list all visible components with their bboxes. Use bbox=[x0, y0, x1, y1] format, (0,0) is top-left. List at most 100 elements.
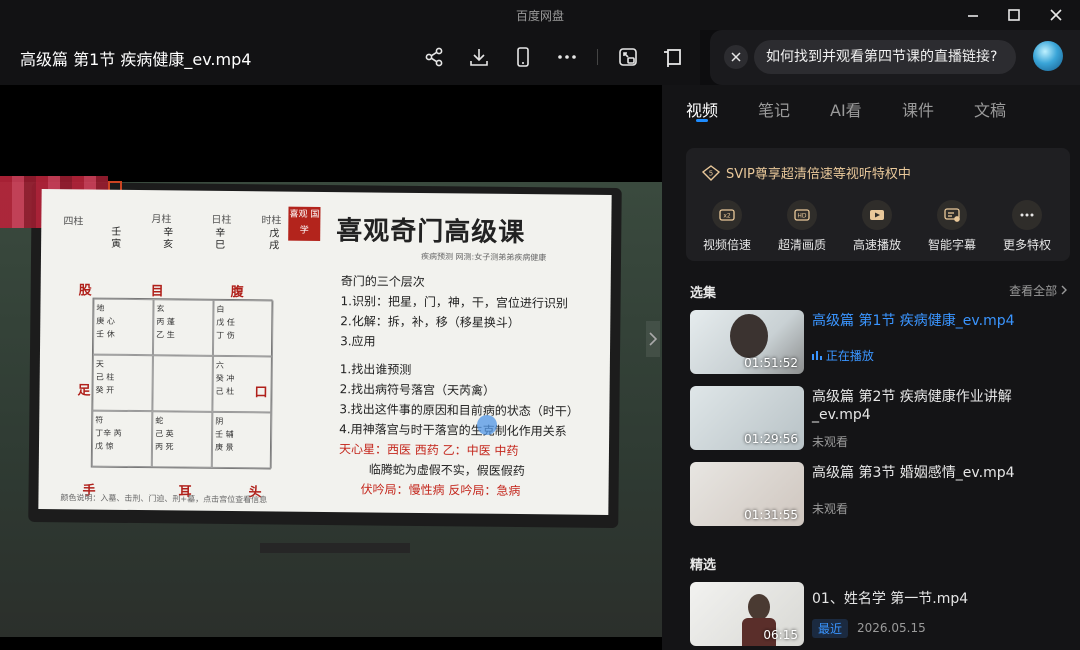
hd-icon: HD bbox=[794, 209, 810, 221]
episode-item[interactable]: 01:31:55 高级篇 第3节 婚姻感情_ev.mp4 未观看 bbox=[690, 462, 1060, 528]
ai-assistant-avatar[interactable] bbox=[1033, 41, 1063, 71]
perk-label: 超清画质 bbox=[777, 238, 826, 252]
view-all-text: 查看全部 bbox=[1009, 284, 1058, 298]
close-icon bbox=[1050, 9, 1062, 21]
video-title: 高级篇 第1节 疾病健康_ev.mp4 bbox=[20, 50, 252, 69]
pointer-dot bbox=[477, 415, 497, 435]
pip-button[interactable] bbox=[615, 44, 641, 70]
close-window-button[interactable] bbox=[1043, 4, 1069, 26]
play-fast-icon bbox=[870, 210, 884, 220]
maximize-button[interactable] bbox=[1001, 4, 1027, 26]
player-header: 高级篇 第1节 疾病健康_ev.mp4 bbox=[0, 30, 700, 85]
header-divider bbox=[597, 49, 598, 65]
perk-subtitle[interactable]: 智能字幕 bbox=[917, 200, 987, 253]
lesson-subtitle: 疾病预测 网测:女子测弟弟疾病健康 bbox=[420, 252, 547, 263]
svg-text:x2: x2 bbox=[723, 213, 731, 220]
featured-title: 01、姓名学 第一节.mp4 bbox=[812, 591, 969, 607]
lesson-line: 2.化解：拆，补，移（移星换斗） bbox=[340, 314, 520, 331]
svg-text:5: 5 bbox=[709, 169, 713, 177]
chevron-right-icon bbox=[649, 332, 657, 346]
lesson-screen: 四柱 月柱 日柱 时柱 壬 寅 辛 亥 辛 巳 戊 戌 股 目 腹 足 口 手 … bbox=[38, 189, 612, 515]
four-pillars: 四柱 月柱 日柱 时柱 壬 寅 辛 亥 辛 巳 戊 戌 bbox=[51, 209, 302, 272]
featured-thumbnail: 06:15 bbox=[690, 582, 804, 646]
branch: 戌 bbox=[269, 240, 280, 252]
video-player[interactable]: 四柱 月柱 日柱 时柱 壬 寅 辛 亥 辛 巳 戊 戌 股 目 腹 足 口 手 … bbox=[0, 85, 662, 650]
ai-close-button[interactable] bbox=[724, 45, 748, 69]
lesson-line: 天心星：西医 西药 乙：中医 中药 bbox=[338, 442, 519, 459]
minimize-button[interactable] bbox=[960, 4, 986, 26]
lesson-line: 3.找出这件事的原因和目前病的状态（时干） bbox=[339, 402, 579, 419]
episode-title: 高级篇 第1节 疾病健康_ev.mp4 bbox=[812, 313, 1015, 329]
palace-cell: 符丁辛 芮戊 惊 bbox=[91, 410, 153, 468]
chevron-right-icon bbox=[1061, 285, 1067, 295]
featured-duration: 06:15 bbox=[763, 628, 798, 642]
ai-question-chip[interactable]: 如何找到并观看第四节课的直播链接? bbox=[754, 40, 1016, 74]
tab-notes[interactable]: 笔记 bbox=[758, 97, 790, 121]
episode-title: 高级篇 第3节 婚姻感情_ev.mp4 bbox=[812, 465, 1015, 481]
download-icon bbox=[470, 49, 488, 66]
now-playing-icon bbox=[812, 351, 822, 360]
featured-date: 2026.05.15 bbox=[857, 621, 926, 635]
episode-duration: 01:29:56 bbox=[744, 432, 798, 446]
svip-title-text: SVIP尊享超清倍速等视听特权中 bbox=[726, 167, 911, 182]
close-icon bbox=[731, 52, 741, 62]
active-tab-indicator bbox=[696, 119, 708, 122]
minimize-icon bbox=[968, 15, 978, 17]
next-frame-arrow[interactable] bbox=[646, 321, 660, 357]
tab-video[interactable]: 视频 bbox=[686, 97, 718, 121]
phone-button[interactable] bbox=[510, 44, 536, 70]
tab-transcript[interactable]: 文稿 bbox=[974, 97, 1006, 121]
tv-stand bbox=[260, 543, 410, 553]
lesson-line: 伏吟局：慢性病 反吟局：急病 bbox=[360, 482, 521, 499]
episode-thumbnail: 01:51:52 bbox=[690, 310, 804, 374]
perk-hd[interactable]: HD 超清画质 bbox=[767, 200, 837, 253]
download-button[interactable] bbox=[466, 44, 492, 70]
phone-icon bbox=[517, 47, 529, 67]
palace-cell: 玄丙 蓬乙 生 bbox=[152, 299, 214, 356]
palace-cell: 天己 柱癸 开 bbox=[92, 354, 153, 412]
more-button[interactable] bbox=[554, 44, 580, 70]
lesson-notes: 奇门的三个层次 1.识别：把星，门，神，干，宫位进行识别 2.化解：拆，补，移（… bbox=[339, 272, 611, 498]
branch: 寅 bbox=[111, 238, 122, 250]
svg-text:HD: HD bbox=[797, 213, 807, 220]
perk-label: 更多特权 bbox=[1002, 238, 1051, 252]
perk-fast-play[interactable]: 高速播放 bbox=[842, 200, 912, 253]
pillar-header: 四柱 bbox=[63, 216, 84, 228]
episodes-heading: 选集 bbox=[690, 286, 717, 301]
episode-duration: 01:31:55 bbox=[744, 508, 798, 522]
share-button[interactable] bbox=[421, 44, 447, 70]
episode-item[interactable]: 01:51:52 高级篇 第1节 疾病健康_ev.mp4 正在播放 bbox=[690, 310, 1060, 376]
episode-duration: 01:51:52 bbox=[744, 356, 798, 370]
svip-card[interactable]: 5 SVIP尊享超清倍速等视听特权中 x2 视频倍速 HD 超清画质 高速播放 … bbox=[686, 148, 1070, 261]
perk-more[interactable]: 更多特权 bbox=[992, 200, 1062, 253]
featured-heading: 精选 bbox=[690, 558, 717, 573]
branch: 亥 bbox=[163, 239, 174, 251]
pip-icon bbox=[619, 48, 637, 66]
collapse-sidebar-button[interactable] bbox=[659, 44, 685, 70]
perk-label: 视频倍速 bbox=[702, 238, 751, 252]
svip-badge-icon: 5 bbox=[702, 164, 720, 181]
view-all-link[interactable]: 查看全部 bbox=[1009, 282, 1068, 299]
lesson-title: 喜观奇门高级课 bbox=[336, 216, 526, 249]
direction-label: 股 bbox=[78, 283, 92, 299]
tab-ai-watch[interactable]: AI看 bbox=[830, 97, 862, 121]
lesson-line: 3.应用 bbox=[340, 334, 376, 349]
episode-thumbnail: 01:29:56 bbox=[690, 386, 804, 450]
palace-cell: 白戊 任丁 伤 bbox=[212, 299, 274, 357]
perk-speed[interactable]: x2 视频倍速 bbox=[692, 200, 762, 253]
lesson-line: 1.识别：把星，门，神，干，宫位进行识别 bbox=[340, 294, 569, 311]
subtitle-icon bbox=[944, 208, 960, 222]
lesson-line: 奇门的三个层次 bbox=[340, 274, 425, 290]
more-icon bbox=[1020, 213, 1034, 217]
title-bar: 百度网盘 bbox=[0, 0, 1080, 30]
sidebar-toggle-icon bbox=[664, 49, 681, 67]
branch: 巳 bbox=[215, 239, 226, 251]
lesson-line: 临腾蛇为虚假不实，假医假药 bbox=[368, 462, 525, 479]
palace-cell: 六癸 冲己 杜 bbox=[212, 355, 273, 413]
tab-courseware[interactable]: 课件 bbox=[902, 97, 934, 121]
nine-palace-grid: 地庚 心壬 休 玄丙 蓬乙 生 白戊 任丁 伤 天己 柱癸 开 六癸 冲己 杜 … bbox=[90, 297, 274, 470]
episode-status: 未观看 bbox=[812, 502, 849, 516]
featured-item[interactable]: 06:15 01、姓名学 第一节.mp4 最近 2026.05.15 bbox=[690, 582, 1060, 648]
ai-question-bar: 如何找到并观看第四节课的直播链接? bbox=[710, 30, 1080, 85]
episode-item[interactable]: 01:29:56 高级篇 第2节 疾病健康作业讲解_ev.mp4 未观看 bbox=[690, 386, 1060, 452]
